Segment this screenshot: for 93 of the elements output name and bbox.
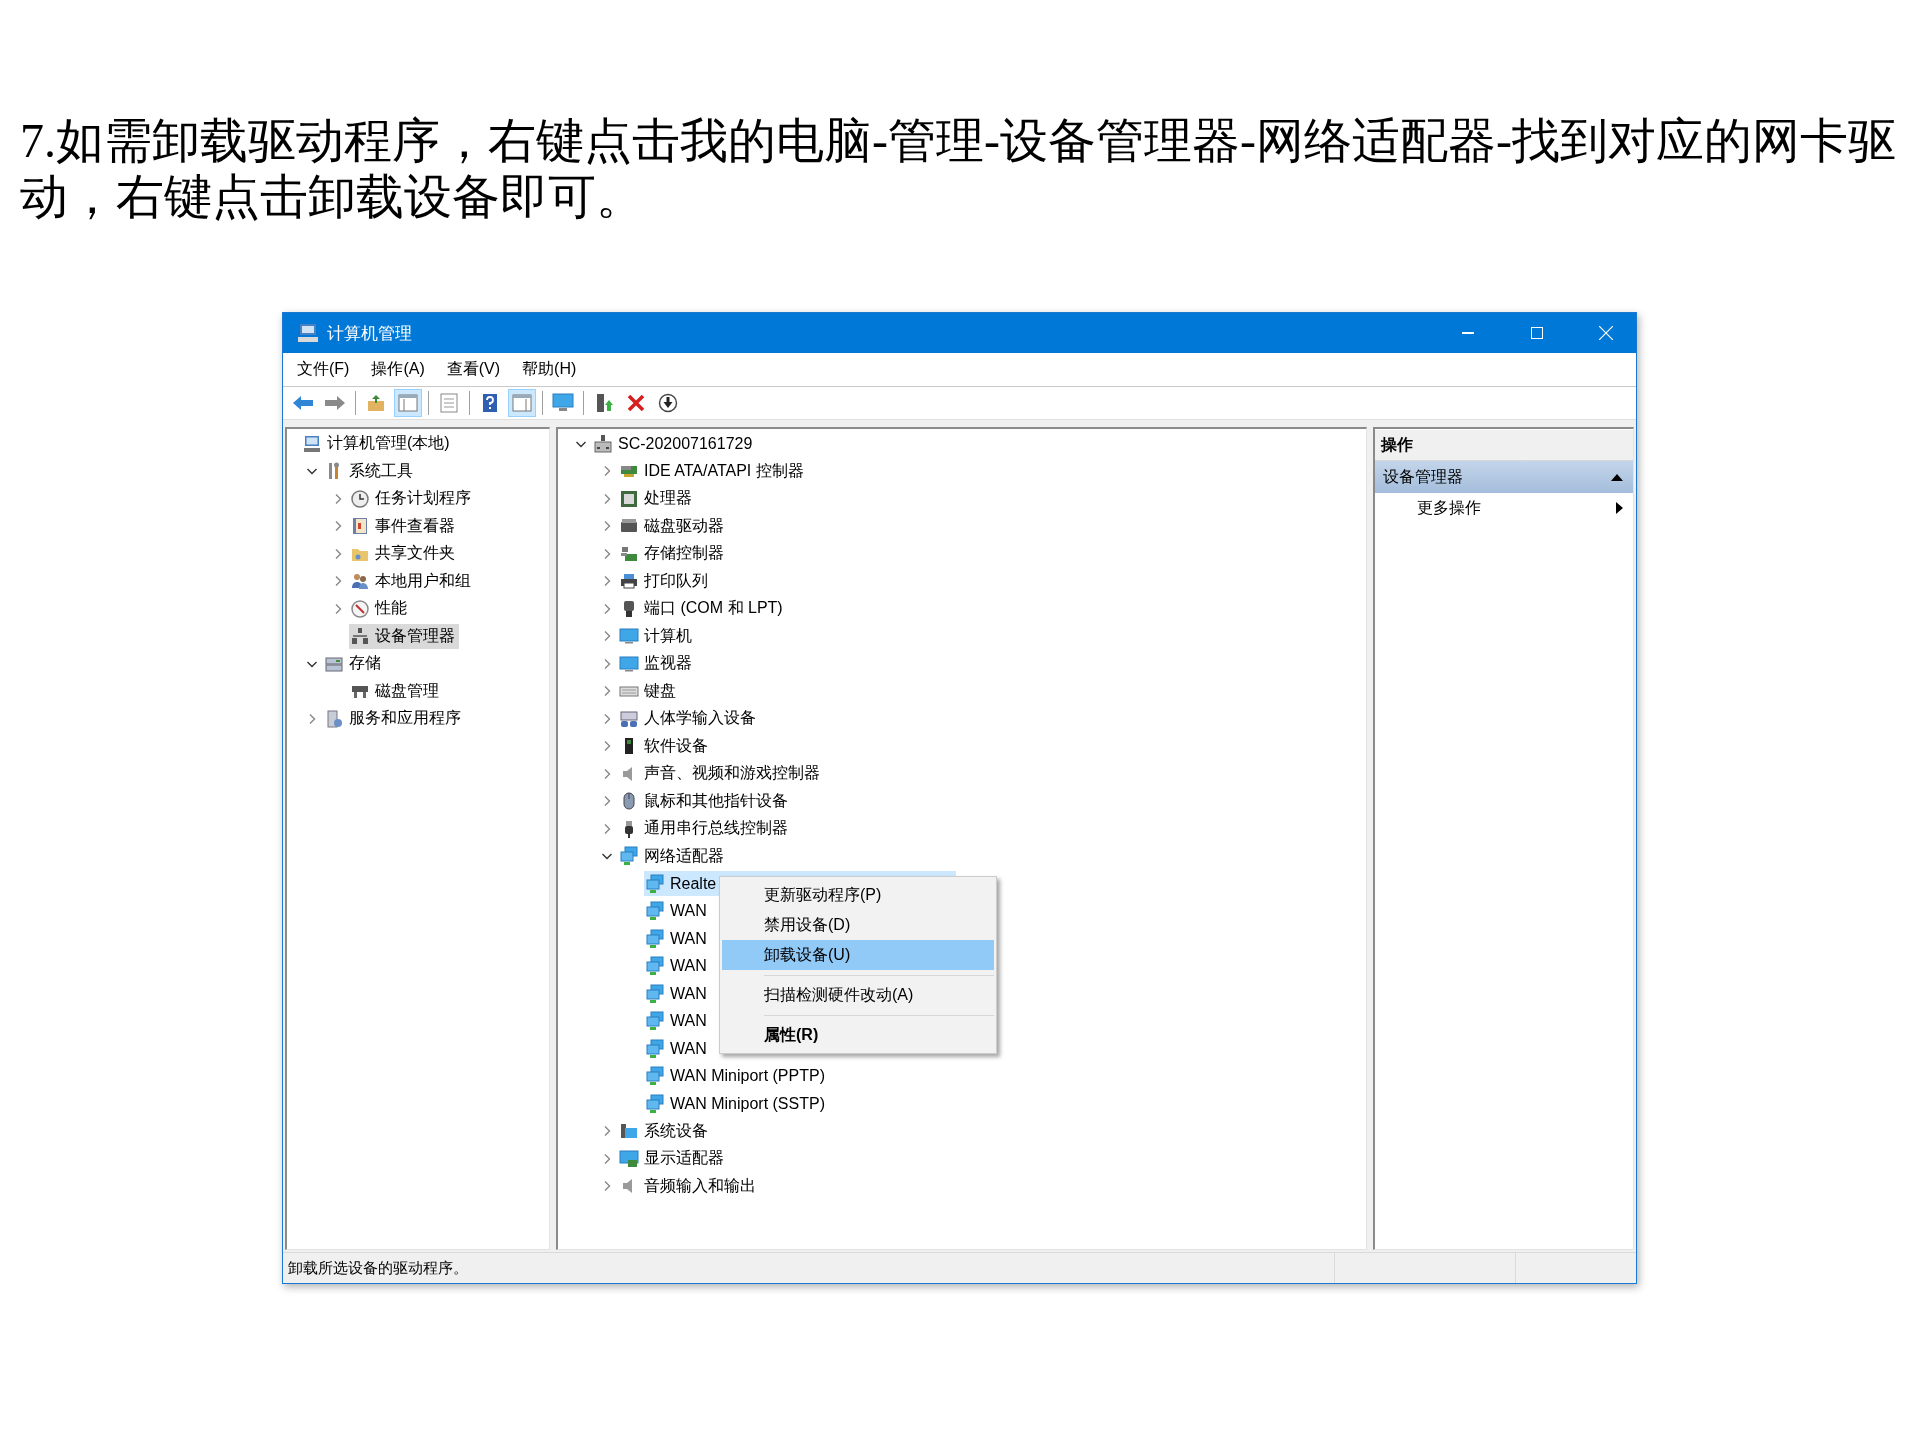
tree-item[interactable]: WAN	[644, 1008, 711, 1034]
network-adapter-icon	[619, 846, 639, 867]
context-menu-item[interactable]: 禁用设备(D)	[722, 910, 994, 940]
computer-icon	[302, 433, 322, 454]
tree-item[interactable]: WAN	[644, 953, 711, 979]
tree-item[interactable]: 打印队列	[618, 568, 712, 594]
tree-item[interactable]: 网络适配器	[618, 843, 728, 869]
menu-item[interactable]: 文件(F)	[293, 357, 354, 382]
network-adapter-icon	[645, 1093, 665, 1114]
tree-item[interactable]: 系统设备	[618, 1118, 712, 1144]
network-adapter-icon	[645, 901, 665, 922]
chip-icon	[619, 488, 639, 509]
log-book-icon	[350, 516, 370, 537]
tree-item[interactable]: 存储控制器	[618, 541, 728, 567]
window-title: 计算机管理	[327, 322, 413, 345]
tree-item[interactable]: 显示适配器	[618, 1146, 728, 1172]
tree-item[interactable]: 软件设备	[618, 733, 712, 759]
context-menu-item[interactable]: 扫描检测硬件改动(A)	[722, 980, 994, 1010]
display-adapter-icon	[619, 1148, 639, 1169]
help-icon	[482, 393, 498, 413]
context-menu-item[interactable]: 属性(R)	[722, 1020, 994, 1050]
monitor-icon	[619, 653, 639, 674]
submenu-triangle-icon	[1616, 502, 1623, 514]
properties-icon	[440, 393, 458, 413]
driver-update-icon	[595, 393, 613, 413]
tree-item[interactable]: 事件查看器	[349, 513, 459, 539]
server-icon	[324, 708, 344, 729]
context-menu-item[interactable]: 卸载设备(U)	[722, 940, 994, 970]
computer-node-icon	[593, 433, 613, 454]
printer-icon	[619, 571, 639, 592]
network-adapter-icon	[645, 1038, 665, 1059]
tree-item[interactable]: 任务计划程序	[349, 486, 475, 512]
tree-item[interactable]: IDE ATA/ATAPI 控制器	[618, 458, 808, 484]
context-menu-item[interactable]: 更新驱动程序(P)	[722, 880, 994, 910]
clock-icon	[350, 488, 370, 509]
network-adapter-icon	[645, 928, 665, 949]
tree-item[interactable]: WAN Miniport (SSTP)	[644, 1091, 829, 1117]
forward-arrow-icon	[324, 394, 346, 412]
tree-item[interactable]: 计算机管理(本地)	[301, 431, 454, 457]
download-icon	[658, 393, 678, 413]
instruction-text: 7.如需卸载驱动程序，右键点击我的电脑-管理-设备管理器-网络适配器-找到对应的网卡驱动，右键点击卸载设备即可。	[20, 113, 1897, 225]
collapse-triangle-icon	[1611, 473, 1623, 481]
tree-item[interactable]: 共享文件夹	[349, 541, 459, 567]
tree-item[interactable]: 设备管理器	[349, 623, 459, 649]
action-item[interactable]: 更多操作	[1375, 493, 1633, 523]
tree-item[interactable]: 存储	[323, 651, 385, 677]
tree-item[interactable]: WAN	[644, 981, 711, 1007]
tree-item[interactable]: 本地用户和组	[349, 568, 475, 594]
monitor-icon	[619, 626, 639, 647]
tree-item[interactable]: WAN	[644, 1036, 711, 1062]
monitor-icon	[552, 393, 574, 413]
tree-item[interactable]: 监视器	[618, 651, 696, 677]
tree-item[interactable]: 通用串行总线控制器	[618, 816, 792, 842]
tree-item[interactable]: WAN	[644, 898, 711, 924]
tree-item[interactable]: 系统工具	[323, 458, 417, 484]
tree-item[interactable]: 端口 (COM 和 LPT)	[618, 596, 787, 622]
folder-up-icon	[366, 393, 386, 413]
gauge-icon	[350, 598, 370, 619]
network-adapter-icon	[645, 1066, 665, 1087]
tree-item[interactable]: 性能	[349, 596, 411, 622]
input-device-icon	[619, 708, 639, 729]
menu-item[interactable]: 帮助(H)	[518, 357, 581, 382]
tree-item[interactable]: 声音、视频和游戏控制器	[618, 761, 824, 787]
network-adapter-icon	[645, 983, 665, 1004]
tree-item[interactable]: 音频输入和输出	[618, 1173, 760, 1199]
tree-item[interactable]: 磁盘管理	[349, 678, 443, 704]
users-icon	[350, 571, 370, 592]
close-icon	[1598, 326, 1613, 340]
menu-item[interactable]: 查看(V)	[442, 357, 505, 382]
tree-item[interactable]: SC-202007161729	[592, 431, 757, 457]
tree-item[interactable]: WAN Miniport (PPTP)	[644, 1063, 829, 1089]
back-arrow-icon	[292, 394, 314, 412]
status-text: 卸载所选设备的驱动程序。	[283, 1253, 1335, 1283]
network-adapter-icon	[645, 873, 665, 894]
tree-item[interactable]: 人体学输入设备	[618, 706, 760, 732]
tree-item[interactable]: WAN	[644, 926, 711, 952]
device-tree-icon	[350, 626, 370, 647]
actions-section[interactable]: 设备管理器	[1375, 461, 1633, 493]
tree-item[interactable]: 磁盘驱动器	[618, 513, 728, 539]
network-adapter-icon	[645, 1011, 665, 1032]
tree-item[interactable]: 键盘	[618, 678, 680, 704]
menu-item[interactable]: 操作(A)	[367, 357, 429, 382]
tree-item[interactable]: 计算机	[618, 623, 696, 649]
tree-item[interactable]: 处理器	[618, 486, 696, 512]
tree-item[interactable]: 鼠标和其他指针设备	[618, 788, 792, 814]
delete-icon	[627, 394, 645, 412]
pane-toggle-icon	[398, 394, 418, 412]
network-adapter-icon	[645, 956, 665, 977]
actions-header: 操作	[1375, 430, 1633, 461]
tree-item[interactable]: 服务和应用程序	[323, 706, 465, 732]
computer-management-icon	[297, 323, 319, 343]
pane-toggle-icon	[512, 394, 532, 412]
maximize-icon	[1530, 327, 1543, 339]
